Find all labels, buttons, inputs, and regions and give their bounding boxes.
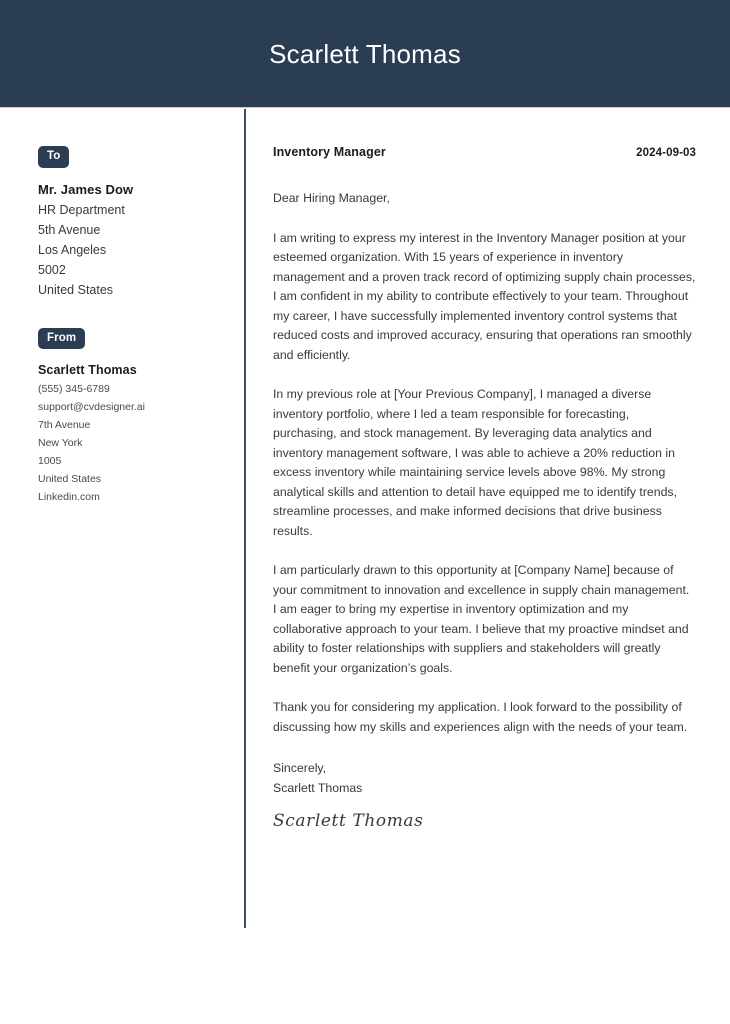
recipient-line: 5002: [38, 262, 66, 277]
sender-website: Linkedin.com: [38, 491, 100, 503]
recipient-address: Mr. James Dow HR Department 5th Avenue L…: [38, 180, 224, 300]
sender-email: support@cvdesigner.ai: [38, 401, 145, 413]
recipient-line: United States: [38, 282, 114, 297]
closing-block: Sincerely, Scarlett Thomas: [273, 759, 696, 798]
sender-line: New York: [38, 437, 83, 449]
sender-line: United States: [38, 473, 102, 485]
closing-name: Scarlett Thomas: [273, 780, 363, 795]
closing-salutation: Sincerely,: [273, 761, 327, 775]
job-title: Inventory Manager: [273, 145, 386, 159]
recipient-name: Mr. James Dow: [38, 181, 134, 197]
column-divider: [244, 109, 246, 928]
recipient-line: HR Department: [38, 202, 125, 217]
sender-address: Scarlett Thomas (555) 345-6789 support@c…: [38, 361, 224, 506]
salutation: Dear Hiring Manager,: [273, 191, 390, 205]
sender-section: From Scarlett Thomas (555) 345-6789 supp…: [38, 327, 224, 507]
recipient-line: 5th Avenue: [38, 222, 101, 237]
sender-name: Scarlett Thomas: [38, 363, 137, 377]
letter-body: Inventory Manager 2024-09-03 Dear Hiring…: [273, 108, 696, 834]
signature: Scarlett Thomas: [273, 811, 424, 831]
header-banner: Scarlett Thomas: [0, 0, 730, 108]
page-title: Scarlett Thomas: [269, 38, 461, 69]
letter-date: 2024-09-03: [636, 147, 696, 159]
sender-line: 7th Avenue: [38, 419, 91, 431]
sidebar: To Mr. James Dow HR Department 5th Avenu…: [0, 108, 244, 506]
recipient-line: Los Angeles: [38, 242, 107, 257]
recipient-section: To Mr. James Dow HR Department 5th Avenu…: [38, 146, 224, 300]
to-badge: To: [38, 146, 70, 168]
letter-paragraph: Thank you for considering my application…: [273, 700, 688, 734]
letter-paragraph: I am writing to express my interest in t…: [273, 230, 696, 362]
cover-letter-page: Scarlett Thomas To Mr. James Dow HR Depa…: [0, 0, 730, 1024]
sender-line: 1005: [38, 455, 62, 467]
sender-phone: (555) 345-6789: [38, 383, 110, 395]
letter-paragraph: In my previous role at [Your Previous Co…: [273, 387, 677, 538]
from-badge: From: [38, 327, 86, 349]
letter-paragraph: I am particularly drawn to this opportun…: [273, 563, 690, 675]
letter-header-row: Inventory Manager 2024-09-03: [273, 145, 696, 159]
